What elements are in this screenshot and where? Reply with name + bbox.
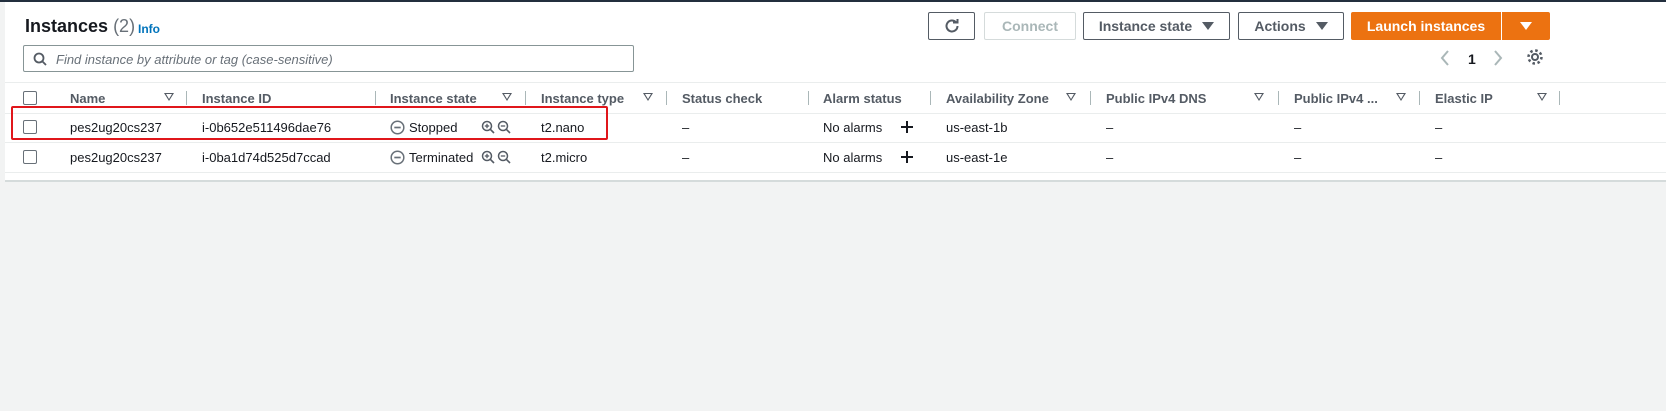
public-ipv4: –: [1294, 119, 1302, 135]
instance-state: Terminated: [409, 149, 474, 165]
alarm-status: No alarms: [823, 119, 883, 135]
instance-type: t2.micro: [541, 149, 588, 165]
launch-options-button[interactable]: [1502, 12, 1550, 40]
column-header-status-check[interactable]: Status check: [682, 83, 762, 113]
sort-icon[interactable]: [502, 93, 512, 101]
launch-label: Launch instances: [1366, 18, 1486, 34]
connect-button[interactable]: Connect: [984, 12, 1076, 40]
info-link[interactable]: Info: [138, 22, 160, 36]
settings-gear-icon[interactable]: [1526, 48, 1544, 69]
elastic-ip: –: [1435, 119, 1443, 135]
availability-zone: us-east-1b: [946, 119, 1008, 135]
terminated-icon: [390, 142, 405, 172]
column-header-availability-zone[interactable]: Availability Zone: [946, 83, 1049, 113]
zoom-in-icon[interactable]: [481, 142, 495, 172]
instance-id-link[interactable]: i-0ba1d74d525d7ccad: [202, 142, 331, 172]
instance-state-label: Instance state: [1098, 18, 1193, 34]
column-header-public-ipv4-dns[interactable]: Public IPv4 DNS: [1106, 83, 1206, 113]
zoom-out-icon[interactable]: [497, 142, 511, 172]
column-header-public-ipv4[interactable]: Public IPv4 ...: [1294, 83, 1378, 113]
actions-label: Actions: [1254, 18, 1306, 34]
public-ipv4-dns: –: [1106, 119, 1114, 135]
row-checkbox[interactable]: [23, 142, 37, 172]
column-divider: [1559, 91, 1560, 105]
actions-button[interactable]: Actions: [1238, 12, 1344, 40]
column-divider: [666, 91, 667, 105]
search-icon: [33, 52, 47, 66]
status-check: –: [682, 119, 690, 135]
column-header-elastic-ip[interactable]: Elastic IP: [1435, 83, 1493, 113]
next-page-icon[interactable]: [1493, 50, 1503, 69]
column-divider: [808, 91, 809, 105]
title-text: Instances: [25, 16, 109, 36]
column-divider: [375, 91, 376, 105]
add-alarm-plus-icon[interactable]: [900, 142, 914, 172]
prev-page-icon[interactable]: [1440, 50, 1450, 69]
search-box[interactable]: [23, 45, 634, 72]
current-page[interactable]: 1: [1468, 51, 1476, 67]
add-alarm-plus-icon[interactable]: [900, 112, 914, 142]
column-divider: [186, 91, 187, 105]
search-input[interactable]: [54, 48, 628, 70]
elastic-ip: –: [1435, 149, 1443, 165]
sort-icon[interactable]: [643, 93, 653, 101]
availability-zone: us-east-1e: [946, 149, 1008, 165]
refresh-icon: [945, 19, 958, 33]
sort-icon[interactable]: [1396, 93, 1406, 101]
instance-name: pes2ug20cs237: [70, 149, 162, 165]
instance-state-button[interactable]: Instance state: [1083, 12, 1230, 40]
status-check: –: [682, 149, 690, 165]
column-divider: [1419, 91, 1420, 105]
sort-icon[interactable]: [1066, 93, 1076, 101]
column-divider: [930, 91, 931, 105]
sort-icon[interactable]: [1537, 93, 1547, 101]
public-ipv4-dns: –: [1106, 149, 1114, 165]
column-divider: [1090, 91, 1091, 105]
instance-count: (2): [113, 16, 136, 36]
page-title: Instances (2): [25, 16, 135, 37]
table-row[interactable]: pes2ug20cs237 i-0ba1d74d525d7ccad Termin…: [5, 142, 1666, 173]
column-divider: [525, 91, 526, 105]
caret-down-icon: [1202, 22, 1215, 30]
caret-down-icon: [1520, 22, 1532, 30]
column-header-alarm-status[interactable]: Alarm status: [823, 83, 902, 113]
public-ipv4: –: [1294, 149, 1302, 165]
sort-icon[interactable]: [164, 93, 174, 101]
row-highlight-box: [11, 106, 608, 140]
launch-instances-button[interactable]: Launch instances: [1351, 12, 1501, 40]
instances-panel: Instances (2) Info Connect Instance stat…: [5, 2, 1666, 182]
caret-down-icon: [1315, 22, 1328, 30]
sort-icon[interactable]: [1254, 93, 1264, 101]
alarm-status: No alarms: [823, 149, 883, 165]
connect-label: Connect: [1002, 18, 1058, 34]
column-divider: [1278, 91, 1279, 105]
refresh-button[interactable]: [928, 12, 975, 40]
